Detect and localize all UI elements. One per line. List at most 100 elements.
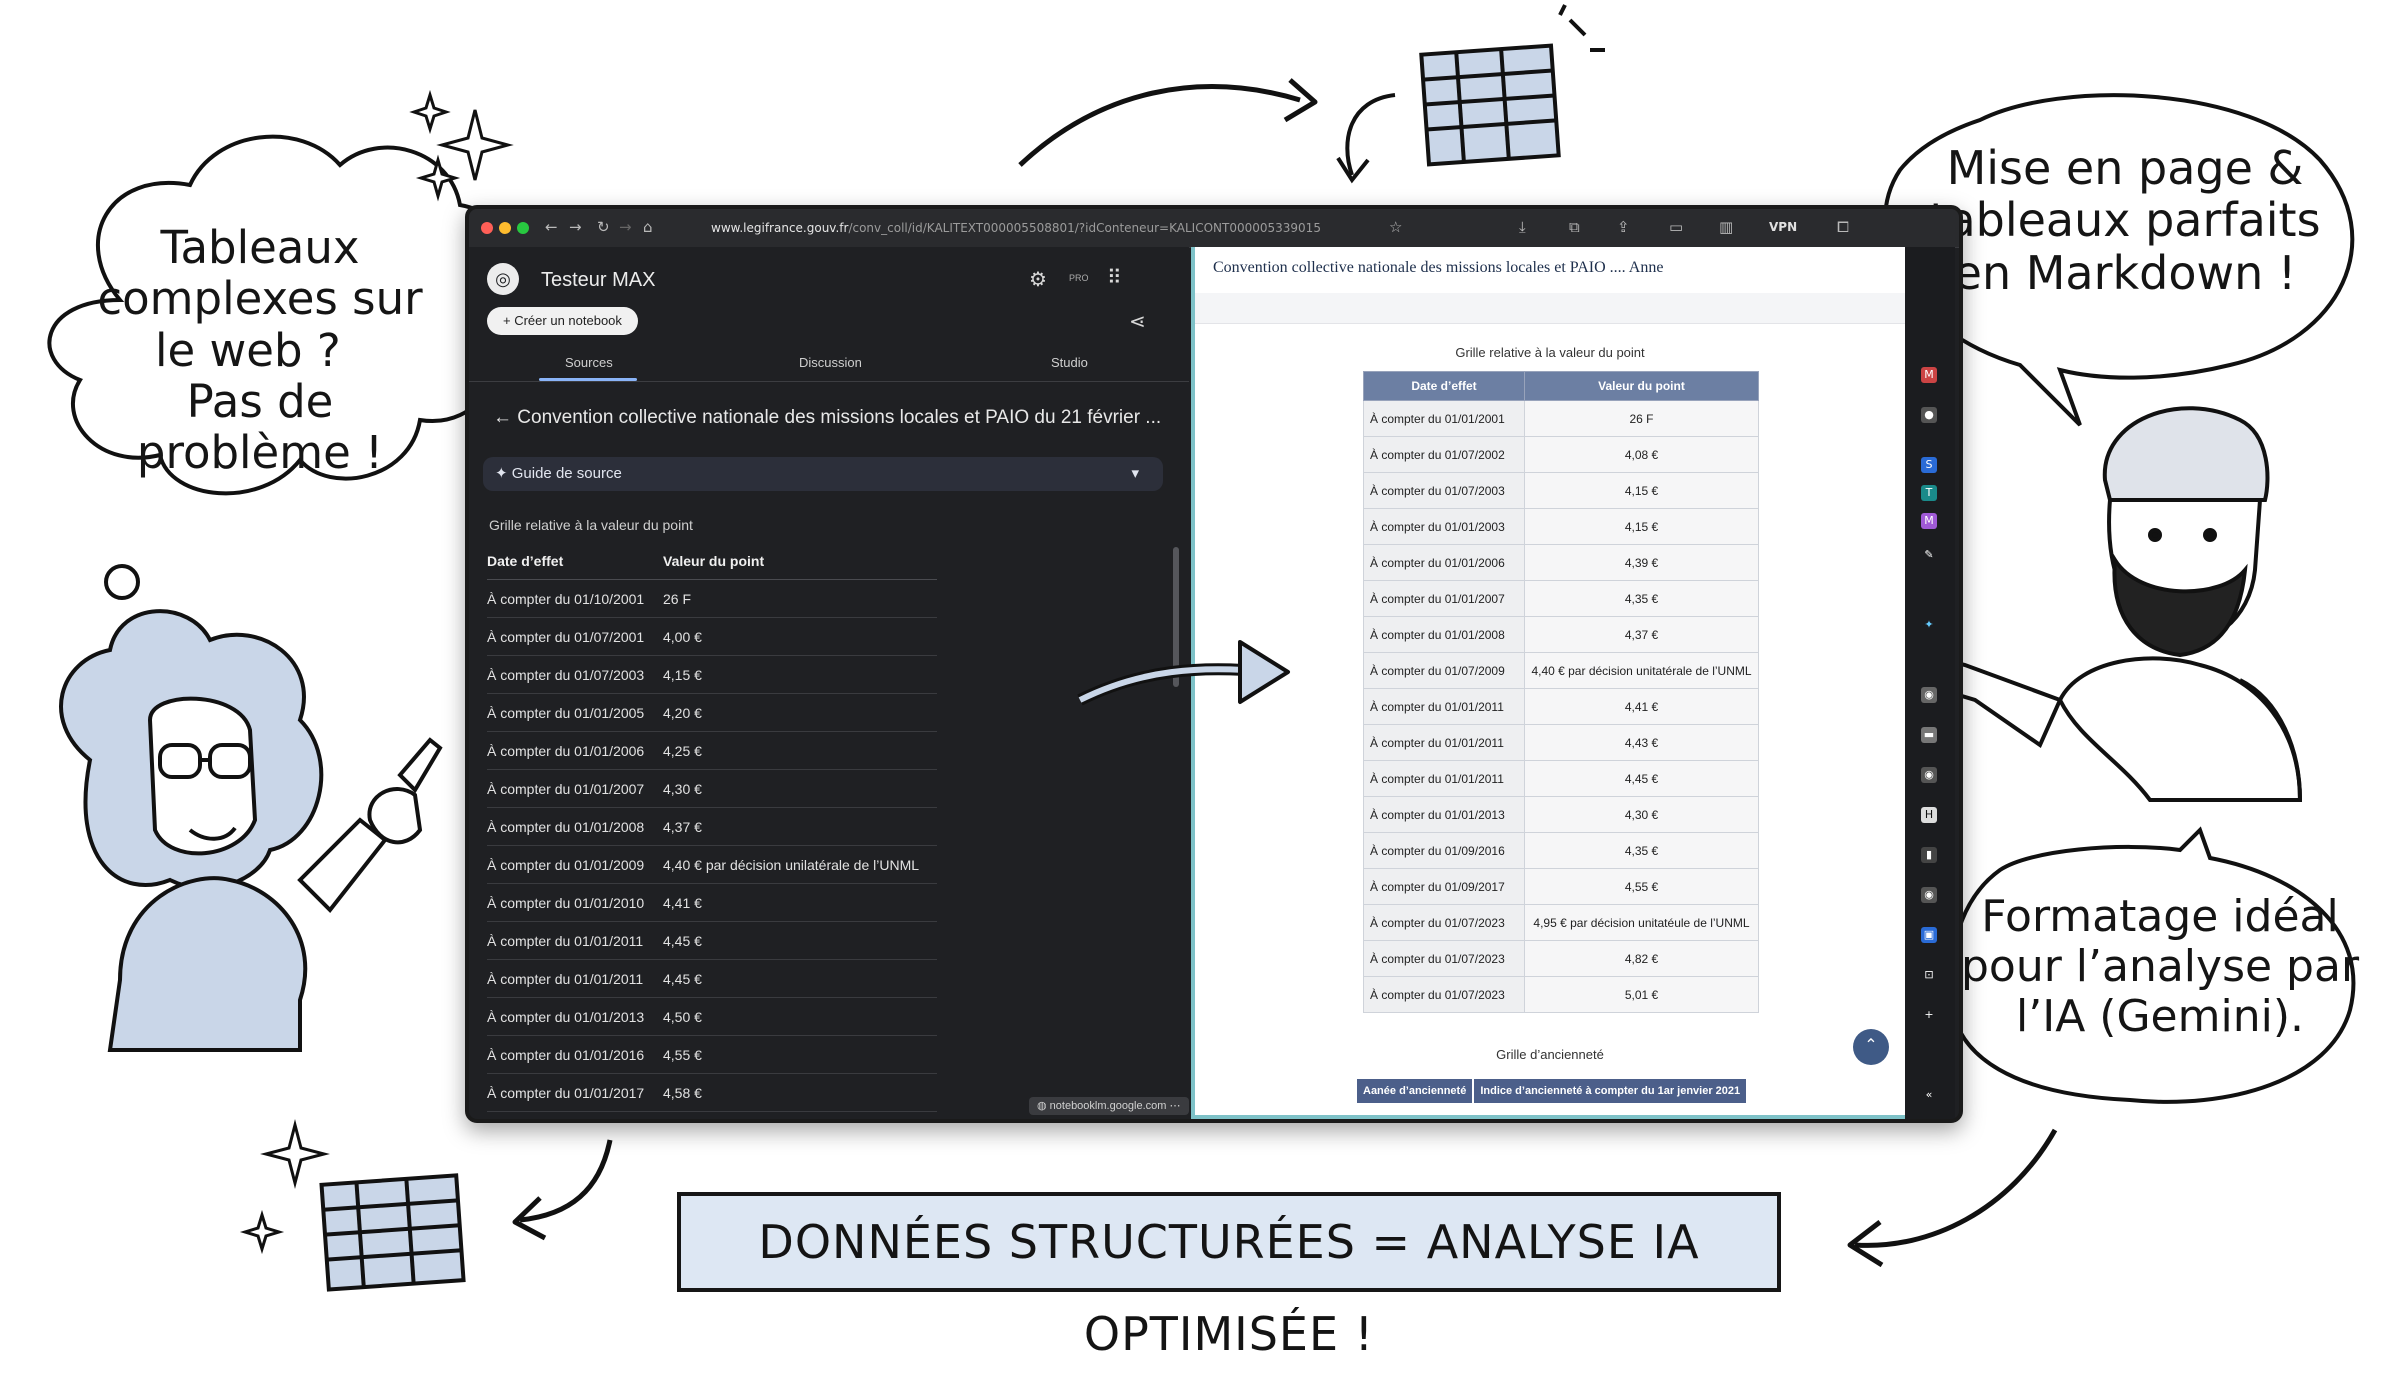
left-bubble-text: Tableaux complexes sur le web ? Pas de p… [85,222,435,479]
settings-gear-icon[interactable]: ⚙ [1029,267,1047,292]
app-t-icon[interactable]: T [1921,485,1937,501]
minimize-window-button[interactable] [499,222,511,234]
value-cell: 4,50 € [663,997,937,1036]
copy-icon[interactable]: ⧠ [1837,218,1849,236]
table-caption-2: Grille d’ancienneté [1496,1047,1604,1062]
source-title[interactable]: ← Convention collective nationale des mi… [493,407,1161,429]
download-icon[interactable]: ⤓ [1519,218,1526,236]
reload-icon[interactable]: ↻ [597,218,610,236]
create-notebook-button[interactable]: + Créer un notebook [487,307,638,335]
value-cell: 4,55 € [663,1035,937,1074]
column-header: Aanée d’ancienneté [1357,1079,1473,1103]
value-cell: 4,39 € [1524,544,1759,581]
bubble-line: Mise en page & [1946,141,2304,195]
man-character [1908,406,2303,802]
value-cell: 26 F [1524,400,1759,437]
back-arrow-icon[interactable]: ← [493,407,517,428]
table-row: À compter du 01/01/2001 26 F [1363,400,1759,437]
date-cell: À compter du 01/01/2016 [487,1035,663,1074]
bubble-line: Pas de [186,374,334,428]
table-caption: Grille relative à la valeur du point [1455,345,1645,360]
date-cell: À compter du 01/07/2023 [1363,976,1525,1013]
notebook-title: Testeur MAX [541,269,656,291]
table-row: À compter du 01/01/2011 4,45 € [487,959,937,998]
tabs-divider [469,381,1189,382]
table-row: À compter du 01/07/2023 4,82 € [1363,940,1759,977]
value-cell: 4,00 € [663,617,937,656]
value-cell: 4,58 € [663,1073,937,1112]
bubble-line: complexes sur [97,272,423,326]
sparkle-icon [436,109,514,181]
pro-badge: PRO [1069,273,1089,283]
add-icon[interactable]: + [1921,1007,1937,1023]
pin-icon[interactable]: ✎ [1921,547,1937,563]
point-value-table: Date d’effet Valeur du point À compter d… [487,543,937,1112]
value-cell: 4,25 € [663,731,937,770]
tab-studio[interactable]: Studio [1051,355,1088,370]
zoom-window-button[interactable] [517,222,529,234]
table-row: À compter du 01/07/2023 5,01 € [1363,976,1759,1013]
date-cell: À compter du 01/07/2003 [1363,472,1525,509]
table-row: À compter du 01/01/2007 4,35 € [1363,580,1759,617]
tab-discussion[interactable]: Discussion [799,355,862,370]
tab-sources[interactable]: Sources [565,355,613,370]
table-row: À compter du 01/01/2011 4,41 € [1363,688,1759,725]
table-row: À compter du 01/07/2001 4,00 € [487,617,937,656]
globe-icon: ◍ [1037,1100,1050,1112]
value-cell: 26 F [663,579,937,618]
wallet-icon[interactable]: ▭ [1669,218,1683,236]
sparkle-icon [260,1119,330,1189]
date-cell: À compter du 01/09/2016 [1363,832,1525,869]
table-row: À compter du 01/01/2005 4,20 € [487,693,937,732]
app-icon[interactable]: ◉ [1921,767,1937,783]
address-bar[interactable]: www.legifrance.gouv.fr/conv_coll/id/KALI… [687,217,1331,239]
plus-icon: + [503,313,515,328]
bag-icon[interactable]: ⊡ [1921,967,1937,983]
date-cell: À compter du 01/01/2011 [487,921,663,960]
app-icon[interactable]: ◉ [1921,887,1937,903]
arrow-bottom-left [519,1139,613,1223]
home-icon[interactable]: ⌂ [643,218,653,236]
vpn-button[interactable]: VPN [1769,220,1797,234]
gmail-icon[interactable]: M [1921,367,1937,383]
app-icon[interactable]: ● [1921,407,1937,423]
app-icon[interactable]: ◉ [1921,687,1937,703]
collapse-icon[interactable]: « [1921,1087,1937,1103]
date-cell: À compter du 01/07/2023 [1363,940,1525,977]
ai-sparkle-icon[interactable]: ✦ [1921,617,1937,633]
value-cell: 4,43 € [1524,724,1759,761]
app-icon[interactable]: H [1921,807,1937,823]
app-s-icon[interactable]: S [1921,457,1937,473]
bookmark-star-icon[interactable]: ☆ [1389,218,1402,236]
extensions-icon[interactable]: ⧉ [1569,218,1580,236]
value-cell: 4,45 € [663,921,937,960]
sparkle-icon [239,1209,285,1255]
value-cell: 4,45 € [1524,760,1759,797]
share-icon[interactable]: ⋖ [1129,309,1146,334]
bubble-line: Formatage idéal [1981,891,2339,942]
url-domain: www.legifrance.gouv.fr [711,221,849,235]
table-header-row: Date d’effet Valeur du point [1363,371,1759,401]
back-icon[interactable]: ← [545,218,558,236]
share-icon[interactable]: ⇪ [1617,218,1630,236]
table-row: À compter du 01/01/2007 4,30 € [487,769,937,808]
date-cell: À compter du 01/01/2011 [1363,688,1525,725]
app-m-icon[interactable]: M [1921,513,1937,529]
browser-sidebar: M ● S T M ✎ ✦ ◉ ▬ ◉ H ▮ ◉ ▣ ⊡ + « [1905,247,1955,1119]
seniority-table-header: Aanée d’ancienneté Indice d’ancienneté à… [1357,1079,1747,1103]
value-cell: 4,40 € par décision unilatérale de l’UNM… [663,845,937,884]
apps-grid-icon[interactable]: ⠿ [1107,265,1122,290]
scroll-to-top-button[interactable]: ⌃ [1853,1029,1889,1065]
date-cell: À compter du 01/07/2002 [1363,436,1525,473]
app-icon[interactable]: ▮ [1921,847,1937,863]
spreadsheet-icon [1419,4,1605,167]
bubble-line: l’IA (Gemini). [2016,991,2304,1043]
close-window-button[interactable] [481,222,493,234]
app-icon[interactable]: ▬ [1921,727,1937,743]
forward-icon[interactable]: → [569,218,582,236]
date-cell: À compter du 01/01/2011 [1363,760,1525,797]
sidebar-icon[interactable]: ▥ [1719,218,1733,236]
app-icon[interactable]: ▣ [1921,927,1937,943]
table-row: À compter du 01/07/2003 4,15 € [487,655,937,694]
source-guide-dropdown[interactable]: ✦ Guide de source ▾ [483,457,1163,491]
